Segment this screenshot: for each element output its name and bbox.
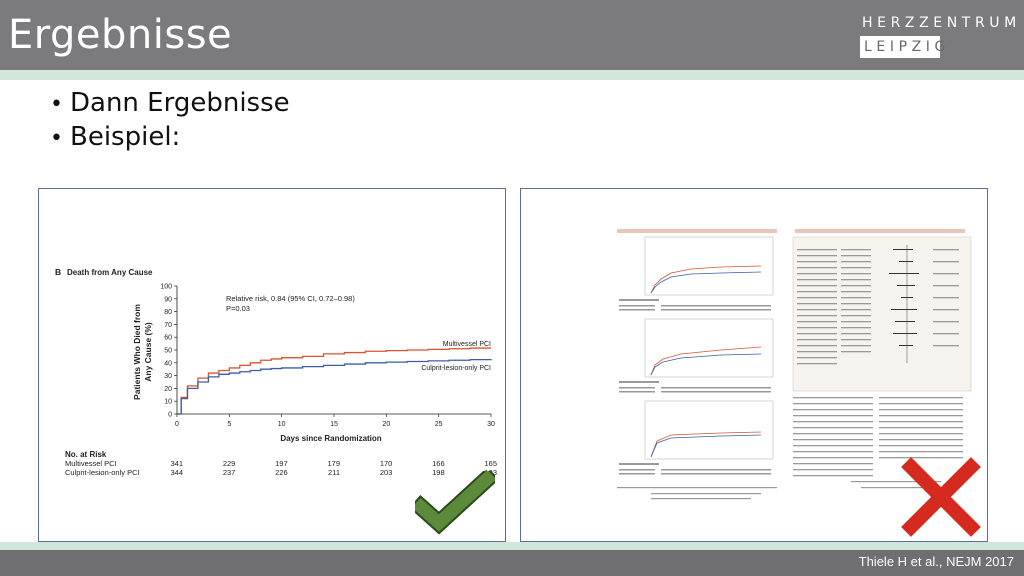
y-tick-label: 30	[164, 373, 172, 380]
citation-text: Thiele H et al., NEJM 2017	[858, 554, 1014, 569]
footer-bar: Thiele H et al., NEJM 2017	[0, 550, 1024, 576]
bullet-text: Beispiel:	[70, 122, 181, 152]
chart-axes: 0 10 20 30 40 50 60 70 80 90 100 0 5 10 15 20 25 30	[160, 284, 495, 429]
bullet-item: • Beispiel:	[50, 120, 290, 154]
mini-chart-a	[644, 236, 774, 296]
y-tick-label: 10	[164, 399, 172, 406]
chart-series	[177, 347, 492, 415]
check-icon	[415, 471, 495, 535]
mini-chart-b	[644, 318, 774, 378]
y-axis-label-line2: Any Cause (%)	[143, 322, 153, 382]
risk-table-title: No. at Risk	[65, 450, 107, 459]
risk-row-label: Culprit-lesion-only PCI	[65, 468, 140, 477]
mini-chart-c	[644, 400, 774, 460]
risk-row-label: Multivessel PCI	[65, 459, 117, 468]
risk-value: 203	[380, 468, 393, 477]
y-tick-label: 40	[164, 360, 172, 367]
risk-value: 166	[432, 459, 445, 468]
paper-page-left	[617, 229, 777, 500]
y-tick-label: 80	[164, 309, 172, 316]
annotation-line2: P=0.03	[226, 304, 250, 313]
risk-value: 229	[223, 459, 236, 468]
series-multivessel-line	[177, 347, 491, 415]
footer-stripe	[0, 542, 1024, 550]
bullet-text: Dann Ergebnisse	[70, 88, 290, 118]
bullet-list: • Dann Ergebnisse • Beispiel:	[50, 86, 290, 154]
x-tick-label: 0	[175, 421, 179, 428]
x-tick-label: 20	[382, 421, 390, 428]
logo-line2: LEIPZIG	[860, 36, 945, 58]
x-tick-label: 10	[278, 421, 286, 428]
panel-title: Death from Any Cause	[67, 268, 153, 277]
x-tick-label: 25	[435, 421, 443, 428]
y-tick-label: 60	[164, 335, 172, 342]
risk-value: 211	[328, 468, 340, 477]
herzzentrum-logo: HERZZENTRUM LEIPZIG	[860, 12, 1016, 60]
y-axis-label-line1: Patients Who Died from	[132, 304, 142, 400]
series-label-culprit: Culprit-lesion-only PCI	[421, 365, 491, 372]
cross-icon	[901, 457, 981, 537]
slide-title: Ergebnisse	[8, 12, 233, 58]
series-label-multivessel: Multivessel PCI	[443, 341, 491, 348]
risk-value: 237	[223, 468, 236, 477]
risk-value: 344	[170, 468, 183, 477]
y-tick-label: 90	[164, 296, 172, 303]
right-figure-panel	[520, 188, 988, 542]
y-tick-label: 0	[168, 412, 172, 419]
header-stripe	[0, 70, 1024, 80]
logo-line1: HERZZENTRUM	[860, 12, 1016, 34]
left-figure-panel: B Death from Any Cause Patients Who Died…	[38, 188, 506, 542]
bullet-dot: •	[50, 126, 63, 151]
x-tick-label: 15	[330, 421, 338, 428]
annotation-line1: Relative risk, 0.84 (95% CI, 0.72–0.98)	[226, 294, 355, 303]
x-axis-label: Days since Randomization	[280, 434, 381, 443]
risk-value: 197	[275, 459, 288, 468]
risk-value: 165	[484, 459, 497, 468]
x-tick-label: 30	[487, 421, 495, 428]
risk-value: 179	[327, 459, 340, 468]
bullet-dot: •	[50, 92, 63, 117]
risk-value: 226	[275, 468, 288, 477]
risk-value: 170	[380, 459, 393, 468]
paper-page-right	[792, 229, 972, 489]
risk-value: 341	[170, 459, 183, 468]
panel-letter: B	[55, 267, 61, 277]
bullet-item: • Dann Ergebnisse	[50, 86, 290, 120]
y-tick-label: 50	[164, 348, 172, 355]
header-bar: Ergebnisse HERZZENTRUM LEIPZIG	[0, 0, 1024, 70]
x-tick-label: 5	[227, 421, 231, 428]
y-tick-label: 70	[164, 322, 172, 329]
y-tick-label: 20	[164, 386, 172, 393]
y-tick-label: 100	[160, 284, 172, 291]
